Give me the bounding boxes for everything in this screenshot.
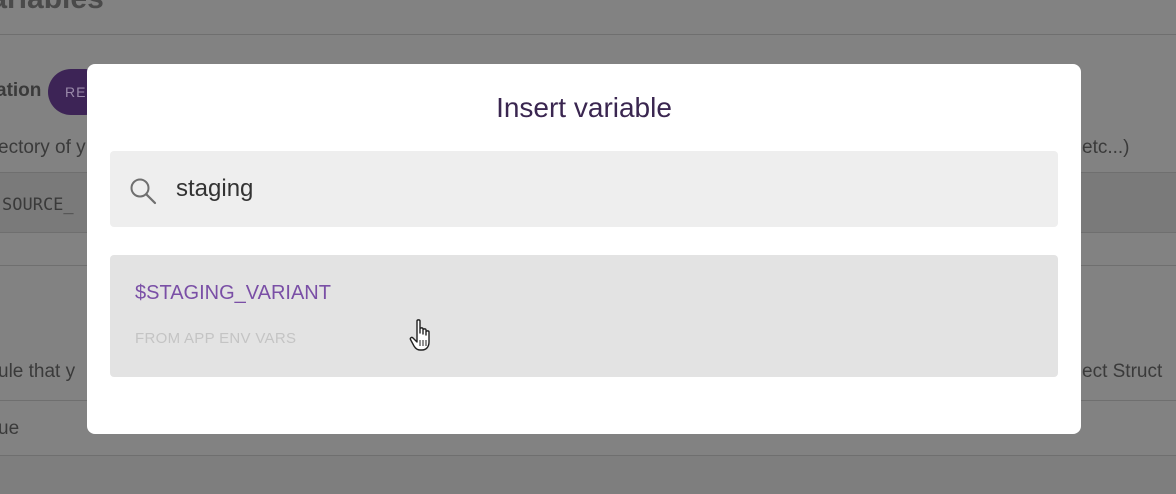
description-text-right: etc...) — [1082, 137, 1130, 158]
lower-row — [0, 456, 1176, 494]
search-box[interactable] — [110, 151, 1058, 227]
code-value: SOURCE_ — [2, 195, 74, 215]
section-label: ation — [0, 80, 42, 101]
search-input[interactable] — [176, 171, 1036, 207]
hand-pointer-cursor-icon — [409, 319, 430, 351]
variable-name: $STAGING_VARIANT — [135, 282, 331, 304]
description-text: ectory of y — [0, 137, 86, 158]
description-text: ule that y — [0, 361, 76, 382]
description-text-right: ect Struct — [1082, 361, 1163, 382]
divider — [0, 34, 1176, 35]
variable-source: FROM APP ENV VARS — [135, 330, 297, 347]
page-heading: Variables — [0, 0, 104, 16]
insert-variable-modal: Insert variable $STAGING_VARIANT FROM AP… — [87, 64, 1081, 434]
variable-result-item[interactable]: $STAGING_VARIANT FROM APP ENV VARS — [110, 255, 1058, 377]
search-icon — [130, 178, 157, 205]
value-text: ue — [0, 418, 20, 439]
modal-title: Insert variable — [496, 92, 672, 123]
